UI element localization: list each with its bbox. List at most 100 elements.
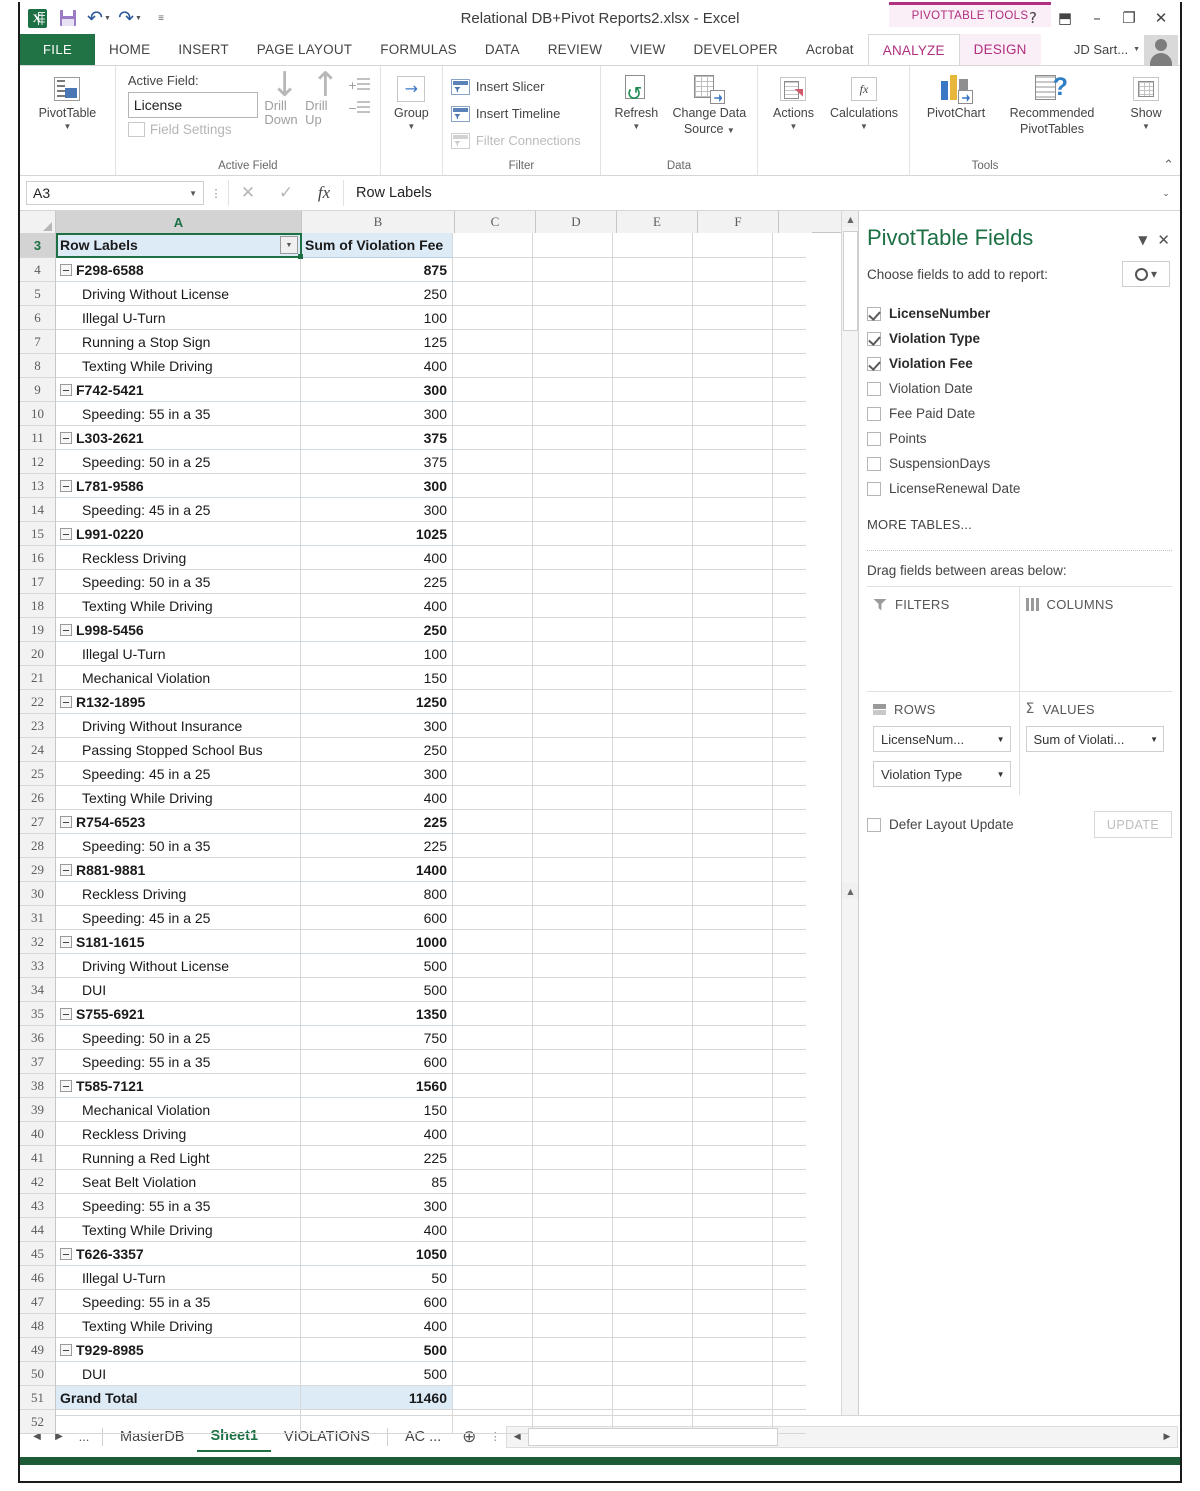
field-checkbox[interactable] [867,356,881,371]
cell-e24[interactable] [613,738,693,762]
row-number-26[interactable]: 26 [20,786,56,810]
cell-b5[interactable]: 250 [301,282,453,306]
pane-menu-icon[interactable]: ▼ [1138,233,1147,247]
cell-e17[interactable] [613,570,693,594]
cell-b34[interactable]: 500 [301,978,453,1002]
cell-a33[interactable]: Driving Without License [56,954,301,978]
row-number-18[interactable]: 18 [20,594,56,618]
cell-d13[interactable] [533,474,613,498]
cell-b15[interactable]: 1025 [301,522,453,546]
cell-e32[interactable] [613,930,693,954]
cell-f25[interactable] [693,762,773,786]
cell-partial-43[interactable] [773,1194,806,1218]
collapse-group-icon[interactable] [60,695,72,708]
cell-f33[interactable] [693,954,773,978]
row-number-19[interactable]: 19 [20,618,56,642]
cell-c9[interactable] [453,378,533,402]
cell-e45[interactable] [613,1242,693,1266]
row-number-36[interactable]: 36 [20,1026,56,1050]
cell-c4[interactable] [453,258,533,282]
cell-partial-37[interactable] [773,1050,806,1074]
cell-a36[interactable]: Speeding: 50 in a 25 [56,1026,301,1050]
field-list-item[interactable]: Fee Paid Date [867,401,1172,426]
cell-d48[interactable] [533,1314,613,1338]
cell-b50[interactable]: 500 [301,1362,453,1386]
cell-f27[interactable] [693,810,773,834]
cell-b10[interactable]: 300 [301,402,453,426]
cell-f40[interactable] [693,1122,773,1146]
cell-b8[interactable]: 400 [301,354,453,378]
cell-f22[interactable] [693,690,773,714]
tab-design[interactable]: DESIGN [959,34,1041,65]
cell-e44[interactable] [613,1218,693,1242]
insert-function-icon[interactable]: fx [305,180,343,206]
cell-partial-10[interactable] [773,402,806,426]
cell-f11[interactable] [693,426,773,450]
cell-f39[interactable] [693,1098,773,1122]
cell-e46[interactable] [613,1266,693,1290]
cell-d5[interactable] [533,282,613,306]
row-number-38[interactable]: 38 [20,1074,56,1098]
row-number-3[interactable]: 3 [20,233,56,258]
cell-b35[interactable]: 1350 [301,1002,453,1026]
cell-d14[interactable] [533,498,613,522]
column-header-c[interactable]: C [455,211,536,233]
cell-e26[interactable] [613,786,693,810]
cell-c3[interactable] [453,233,533,258]
cell-e36[interactable] [613,1026,693,1050]
cell-b27[interactable]: 225 [301,810,453,834]
cell-e37[interactable] [613,1050,693,1074]
field-checkbox[interactable] [867,481,881,496]
cell-partial-21[interactable] [773,666,806,690]
cell-d33[interactable] [533,954,613,978]
cell-f3[interactable] [693,233,773,258]
cell-d6[interactable] [533,306,613,330]
cell-c47[interactable] [453,1290,533,1314]
cell-e40[interactable] [613,1122,693,1146]
cell-e15[interactable] [613,522,693,546]
cell-b49[interactable]: 500 [301,1338,453,1362]
cell-d40[interactable] [533,1122,613,1146]
pivottable-button[interactable]: PivotTable ▼ [31,69,103,131]
scroll-down-region-icon[interactable]: ▲ [842,883,859,899]
collapse-field-button[interactable]: − [348,100,370,115]
row-number-17[interactable]: 17 [20,570,56,594]
column-header-b[interactable]: B [302,211,455,233]
cell-a13[interactable]: L781-9586 [56,474,301,498]
cell-d32[interactable] [533,930,613,954]
cell-a47[interactable]: Speeding: 55 in a 35 [56,1290,301,1314]
cell-c38[interactable] [453,1074,533,1098]
cell-f44[interactable] [693,1218,773,1242]
cell-b29[interactable]: 1400 [301,858,453,882]
hscroll-right-icon[interactable]: ▶ [1157,1432,1177,1442]
cell-d35[interactable] [533,1002,613,1026]
row-number-20[interactable]: 20 [20,642,56,666]
cell-c28[interactable] [453,834,533,858]
cell-d44[interactable] [533,1218,613,1242]
cell-d42[interactable] [533,1170,613,1194]
cell-e3[interactable] [613,233,693,258]
cell-partial-36[interactable] [773,1026,806,1050]
cell-b17[interactable]: 225 [301,570,453,594]
cell-e25[interactable] [613,762,693,786]
cell-c43[interactable] [453,1194,533,1218]
field-list-item[interactable]: Violation Type [867,326,1172,351]
values-area[interactable]: Σ VALUES Sum of Violati... ▼ [1019,691,1172,795]
cell-b32[interactable]: 1000 [301,930,453,954]
cell-f26[interactable] [693,786,773,810]
save-icon[interactable] [57,7,79,29]
cell-b33[interactable]: 500 [301,954,453,978]
cell-c32[interactable] [453,930,533,954]
change-data-source-button[interactable]: Change Data Source ▼ [668,69,751,136]
tab-home[interactable]: HOME [95,34,164,65]
cell-e39[interactable] [613,1098,693,1122]
tab-developer[interactable]: DEVELOPER [679,34,791,65]
collapse-group-icon[interactable] [60,431,72,444]
collapse-group-icon[interactable] [60,383,72,396]
cell-f14[interactable] [693,498,773,522]
cell-a44[interactable]: Texting While Driving [56,1218,301,1242]
restore-icon[interactable]: ❐ [1114,3,1144,33]
cell-e38[interactable] [613,1074,693,1098]
cell-a20[interactable]: Illegal U-Turn [56,642,301,666]
undo-icon[interactable]: ↶ ▼ [87,7,111,29]
